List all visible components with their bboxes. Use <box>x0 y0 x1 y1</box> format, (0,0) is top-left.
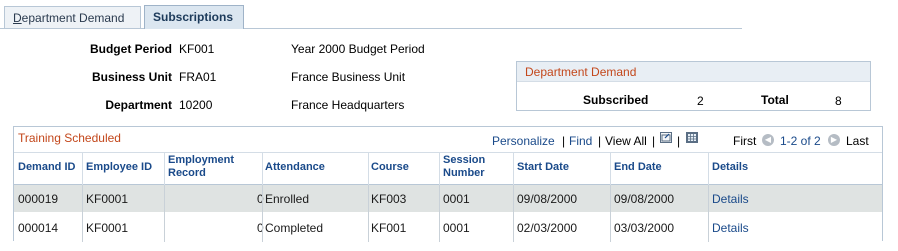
subscribed-label: Subscribed <box>583 93 649 107</box>
subscribed-value: 2 <box>697 94 704 108</box>
business-unit-code: FRA01 <box>179 70 217 84</box>
department-label: Department <box>105 98 172 112</box>
column-separator <box>368 152 369 185</box>
department-code: 10200 <box>179 98 213 112</box>
tab-bar: Department Demand Subscriptions <box>0 0 898 30</box>
cell-start-date: 02/03/2000 <box>517 221 578 235</box>
column-separator <box>610 185 611 242</box>
business-unit-description: France Business Unit <box>291 70 406 84</box>
column-separator <box>439 185 440 242</box>
department-description: France Headquarters <box>291 98 405 112</box>
last-label: Last <box>846 134 869 148</box>
cell-course: KF003 <box>371 192 407 206</box>
column-separator <box>708 152 709 185</box>
column-separator <box>164 152 165 185</box>
column-separator <box>513 152 514 185</box>
column-end-date[interactable]: End Date <box>614 161 662 174</box>
column-session-number-line1: Session <box>443 154 486 166</box>
cell-course: KF001 <box>371 221 407 235</box>
grid-title: Training Scheduled <box>18 131 121 145</box>
tab-hotkey-letter: D <box>13 11 22 25</box>
cell-demand-id: 000014 <box>18 221 59 235</box>
first-label: First <box>733 134 757 148</box>
cell-employee-id: KF0001 <box>86 192 129 206</box>
column-separator <box>610 152 611 185</box>
row-range: 1-2 of 2 <box>780 134 821 148</box>
total-label: Total <box>761 93 789 107</box>
column-attendance[interactable]: Attendance <box>265 161 325 174</box>
tab-label: Subscriptions <box>153 10 234 24</box>
find-link[interactable]: Find <box>569 134 592 148</box>
column-session-number-line2: Number <box>443 167 485 179</box>
department-demand-box: Department Demand Subscribed 2 Total 8 <box>516 61 871 111</box>
column-demand-id[interactable]: Demand ID <box>18 161 75 174</box>
tab-department-demand[interactable]: Department Demand <box>4 6 141 28</box>
nav-separator: | <box>652 134 656 148</box>
budget-period-description: Year 2000 Budget Period <box>291 42 425 56</box>
cell-end-date: 03/03/2000 <box>614 221 675 235</box>
column-employment-record-line1: Employment <box>168 154 235 166</box>
budget-period-label: Budget Period <box>89 42 172 56</box>
column-employee-id[interactable]: Employee ID <box>86 161 152 174</box>
column-separator <box>368 185 369 242</box>
column-session-number[interactable]: Session Number <box>443 154 485 180</box>
cell-employee-id: KF0001 <box>86 221 129 235</box>
training-scheduled-grid: Training Scheduled Personalize | Find | … <box>13 126 883 242</box>
total-value: 8 <box>835 94 842 108</box>
department-demand-title: Department Demand <box>517 62 870 82</box>
column-separator <box>82 185 83 242</box>
column-separator <box>513 185 514 242</box>
cell-demand-id: 000019 <box>18 192 59 206</box>
cell-session-number: 0001 <box>443 192 470 206</box>
column-separator <box>82 152 83 185</box>
personalize-link[interactable]: Personalize <box>492 134 555 148</box>
spreadsheet-icon-glyph <box>687 133 697 142</box>
details-link[interactable]: Details <box>712 192 749 206</box>
column-separator <box>164 185 165 242</box>
cell-attendance: Completed <box>265 221 324 235</box>
column-start-date[interactable]: Start Date <box>517 161 569 174</box>
column-separator <box>708 185 709 242</box>
column-separator <box>262 152 263 185</box>
budget-period-code: KF001 <box>179 42 215 56</box>
column-employment-record[interactable]: Employment Record <box>168 154 234 180</box>
nav-separator: | <box>677 134 681 148</box>
cell-attendance: Enrolled <box>265 192 310 206</box>
details-link[interactable]: Details <box>712 221 749 235</box>
view-all-link[interactable]: View All <box>605 134 647 148</box>
new-window-icon[interactable] <box>660 132 672 143</box>
previous-icon[interactable]: ◀ <box>762 134 774 146</box>
next-icon[interactable]: ▶ <box>828 134 840 146</box>
download-spreadsheet-icon[interactable] <box>686 132 698 143</box>
column-separator <box>262 185 263 242</box>
nav-separator: | <box>598 134 602 148</box>
nav-separator: | <box>562 134 566 148</box>
tab-subscriptions[interactable]: Subscriptions <box>144 5 244 29</box>
cell-end-date: 09/08/2000 <box>614 192 675 206</box>
column-course[interactable]: Course <box>371 161 409 174</box>
cell-start-date: 09/08/2000 <box>517 192 578 206</box>
table-row: 000014 KF0001 0 Completed KF001 0001 02/… <box>14 214 882 242</box>
business-unit-label: Business Unit <box>91 70 172 84</box>
column-details: Details <box>712 161 749 173</box>
column-separator <box>439 152 440 185</box>
column-employment-record-line2: Record <box>168 167 206 179</box>
table-row: 000019 KF0001 0 Enrolled KF003 0001 09/0… <box>14 185 882 213</box>
cell-session-number: 0001 <box>443 221 470 235</box>
tab-label: epartment Demand <box>21 11 125 25</box>
new-window-icon-glyph <box>661 133 671 142</box>
